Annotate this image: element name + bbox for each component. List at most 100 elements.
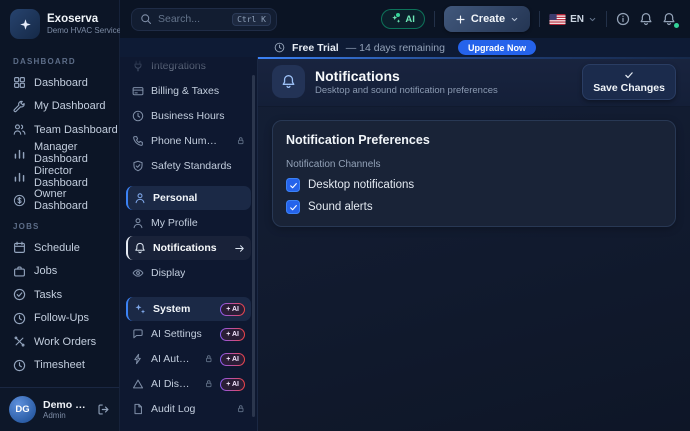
save-changes-button[interactable]: Save Changes <box>582 64 676 100</box>
settings-scrollbar[interactable] <box>252 75 255 417</box>
checkbox-checked-icon[interactable] <box>286 178 300 192</box>
settings-item-ai-dispatch[interactable]: AI Dispatch+ AI <box>126 372 251 396</box>
settings-item-notifications[interactable]: Notifications <box>126 236 251 260</box>
user-role: Admin <box>43 411 90 420</box>
checkbox-label: Sound alerts <box>308 201 373 213</box>
language-selector[interactable]: EN <box>549 14 597 25</box>
sidebar-item-label: Schedule <box>34 242 80 254</box>
sidebar-item-team-dashboard[interactable]: Team Dashboard <box>0 118 119 142</box>
sidebar-item-owner-dashboard[interactable]: Owner Dashboard <box>0 189 119 213</box>
sidebar-item-label: Manager Dashboard <box>34 141 119 165</box>
sidebar-item-follow-ups[interactable]: Follow-Ups <box>0 307 119 331</box>
settings-item-phone-numbers[interactable]: Phone Numbers <box>126 129 251 153</box>
settings-item-audit-log[interactable]: Audit Log <box>126 397 251 421</box>
eye-icon <box>132 267 144 279</box>
main-content: Notifications Desktop and sound notifica… <box>258 57 690 431</box>
clock-icon <box>274 42 285 53</box>
settings-item-label: AI Automation <box>151 353 190 365</box>
sidebar-item-label: Jobs <box>34 265 57 277</box>
ai-badge: + AI <box>220 303 245 316</box>
arrow-right-icon <box>234 243 245 254</box>
sidebar-item-jobs[interactable]: Jobs <box>0 260 119 284</box>
search-shortcut: Ctrl K <box>232 13 271 26</box>
trial-remaining: — 14 days remaining <box>346 42 445 54</box>
settings-item-business-hours[interactable]: Business Hours <box>126 104 251 128</box>
settings-item-display[interactable]: Display <box>126 261 251 285</box>
lock-icon <box>204 379 214 389</box>
sidebar-item-director-dashboard[interactable]: Director Dashboard <box>0 165 119 189</box>
announcements-bell-icon[interactable] <box>639 12 653 26</box>
briefcase-icon <box>13 265 26 278</box>
user-card[interactable]: DG Demo Guid... Admin <box>0 387 119 431</box>
dollar-circle-icon <box>13 194 26 207</box>
settings-item-billing-taxes[interactable]: Billing & Taxes <box>126 79 251 103</box>
settings-item-label: Phone Numbers <box>151 135 222 147</box>
create-button[interactable]: Create <box>444 6 530 32</box>
user-icon <box>134 192 146 204</box>
bar-chart-icon <box>13 147 26 160</box>
brand: Exoserva Demo HVAC Services <box>0 0 119 47</box>
settings-item-label: AI Dispatch <box>151 378 190 390</box>
chevron-down-icon <box>588 15 597 24</box>
settings-item-ai-settings[interactable]: AI Settings+ AI <box>126 322 251 346</box>
logout-icon[interactable] <box>97 403 110 416</box>
topbar: Ctrl K AI Create EN <box>120 0 690 38</box>
checkbox-checked-icon[interactable] <box>286 200 300 214</box>
search-input[interactable] <box>158 13 226 25</box>
app-window: Exoserva Demo HVAC Services DASHBOARDDas… <box>0 0 690 431</box>
page-title: Notifications <box>315 67 498 85</box>
notifications-bell-icon[interactable] <box>662 12 676 26</box>
sidebar-item-manager-dashboard[interactable]: Manager Dashboard <box>0 142 119 166</box>
sidebar-item-label: Owner Dashboard <box>34 188 119 212</box>
sound-alerts-checkbox-row[interactable]: Sound alerts <box>286 200 662 214</box>
desktop-notifications-checkbox-row[interactable]: Desktop notifications <box>286 178 662 192</box>
notification-preferences-panel: Notification Preferences Notification Ch… <box>272 120 676 227</box>
settings-item-system[interactable]: System + AI <box>126 297 251 321</box>
clock-icon <box>13 359 26 372</box>
ai-button-label: AI <box>405 14 415 25</box>
ai-assistant-button[interactable]: AI <box>381 9 425 29</box>
settings-item-safety-standards[interactable]: Safety Standards <box>126 154 251 178</box>
sidebar-item-label: Timesheet <box>34 359 85 371</box>
plug-icon <box>132 60 144 72</box>
sidebar-item-work-orders[interactable]: Work Orders <box>0 330 119 354</box>
settings-item-ai-automation[interactable]: AI Automation+ AI <box>126 347 251 371</box>
settings-item-label: Notifications <box>153 242 217 254</box>
lock-icon <box>236 136 246 146</box>
settings-item-label: System <box>153 303 190 315</box>
settings-item-my-profile[interactable]: My Profile <box>126 211 251 235</box>
chevron-down-icon <box>510 15 519 24</box>
divider <box>539 11 540 27</box>
create-button-label: Create <box>471 13 505 25</box>
doc-icon <box>132 403 144 415</box>
sidebar-item-my-dashboard[interactable]: My Dashboard <box>0 95 119 119</box>
clock-icon <box>132 110 144 122</box>
sidebar-item-dashboard[interactable]: Dashboard <box>0 71 119 95</box>
clock-icon <box>13 312 26 325</box>
primary-sidebar: Exoserva Demo HVAC Services DASHBOARDDas… <box>0 0 120 431</box>
search-box[interactable]: Ctrl K <box>131 8 277 31</box>
sidebar-item-schedule[interactable]: Schedule <box>0 236 119 260</box>
settings-item-label: My Profile <box>151 217 198 229</box>
sidebar-item-timesheet[interactable]: Timesheet <box>0 354 119 378</box>
plus-icon <box>455 14 466 25</box>
calendar-icon <box>13 241 26 254</box>
trial-label: Free Trial <box>292 42 339 54</box>
settings-item-integrations[interactable]: Integrations <box>126 57 251 78</box>
user-name: Demo Guid... <box>43 399 90 411</box>
brand-name: Exoserva <box>47 12 125 26</box>
divider <box>434 11 435 27</box>
primary-nav: DASHBOARDDashboardMy DashboardTeam Dashb… <box>0 47 119 377</box>
sidebar-item-tasks[interactable]: Tasks <box>0 283 119 307</box>
info-icon[interactable] <box>616 12 630 26</box>
settings-item-label: Personal <box>153 192 197 204</box>
sidebar-item-label: Work Orders <box>34 336 96 348</box>
settings-item-personal[interactable]: Personal <box>126 186 251 210</box>
settings-item-label: Integrations <box>151 60 206 72</box>
page-bell-icon <box>272 65 305 98</box>
wrench-icon <box>13 100 26 113</box>
chat-icon <box>132 328 144 340</box>
upgrade-now-button[interactable]: Upgrade Now <box>458 40 536 55</box>
settings-item-label: Audit Log <box>151 403 195 415</box>
bolt-icon <box>132 353 144 365</box>
